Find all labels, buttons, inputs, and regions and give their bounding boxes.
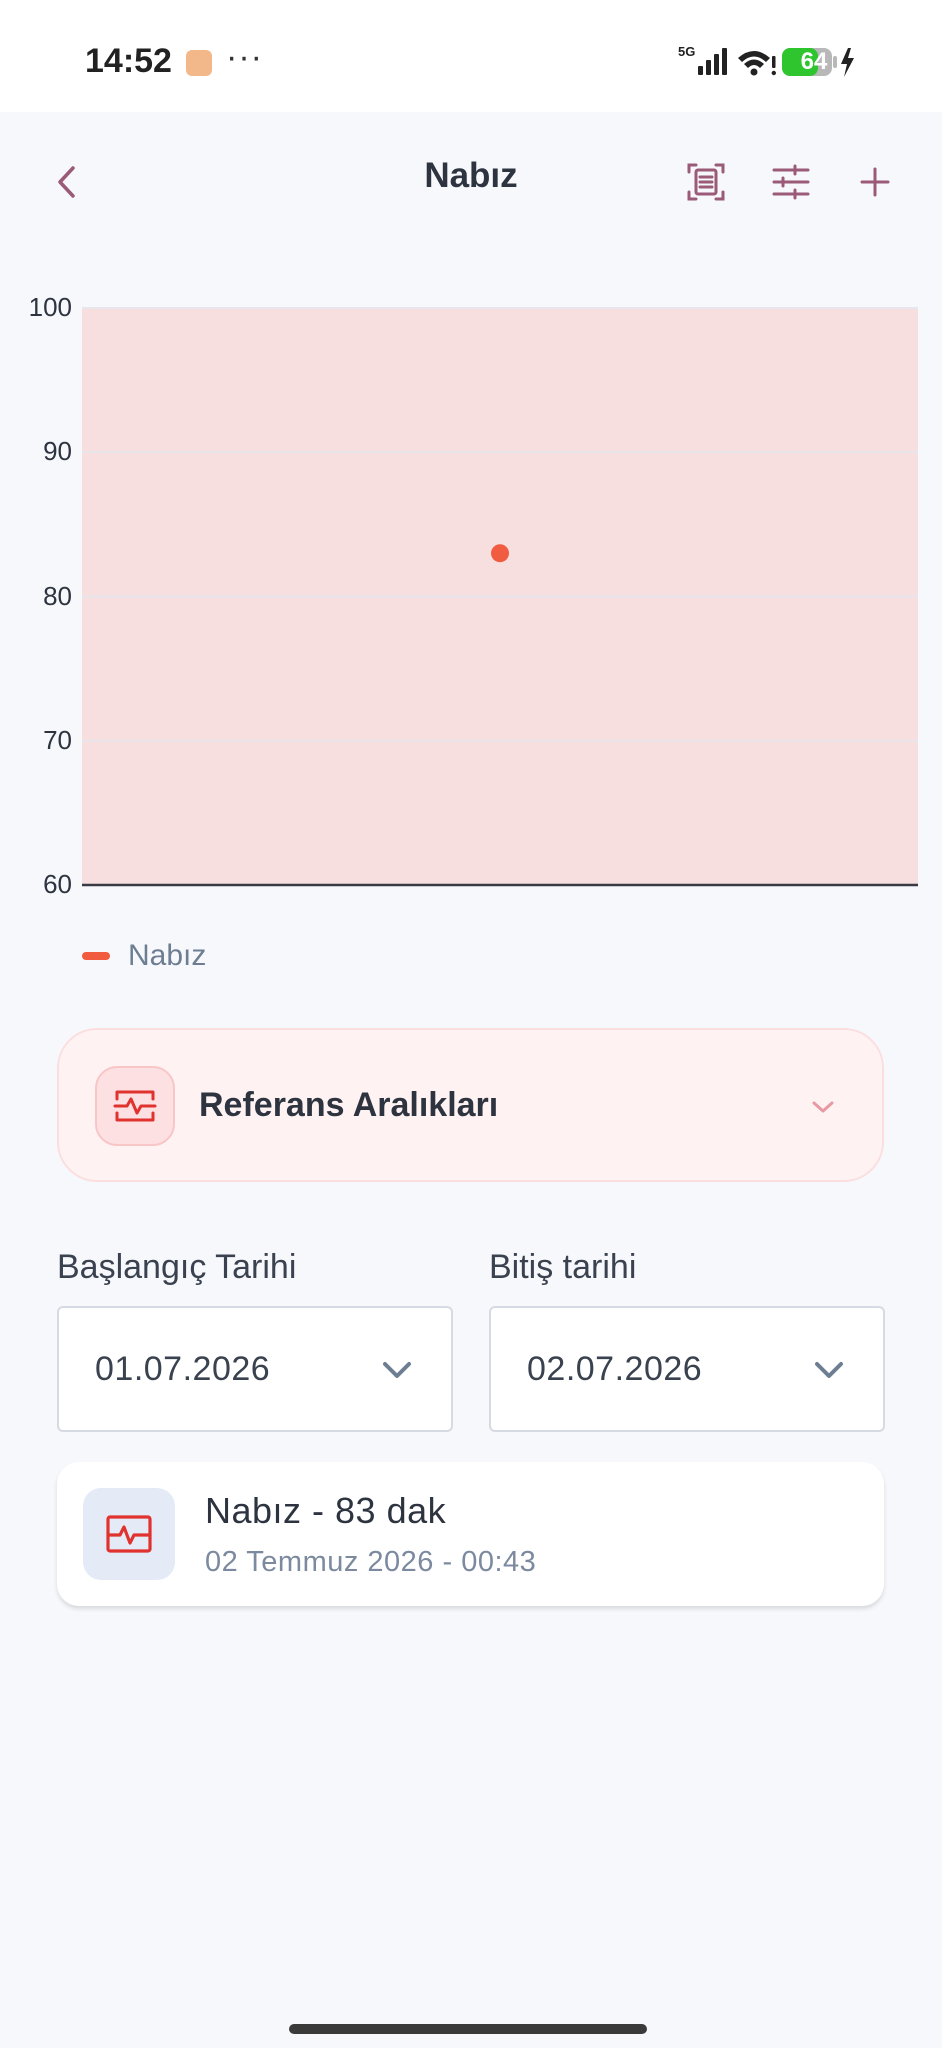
- reference-ranges-title: Referans Aralıkları: [199, 1086, 499, 1124]
- reference-ranges-card[interactable]: Referans Aralıkları: [57, 1028, 884, 1182]
- filter-button[interactable]: [767, 158, 815, 206]
- network-type-icon: 5G: [678, 44, 695, 59]
- end-date-dropdown[interactable]: [811, 1354, 847, 1386]
- top-app-bar: Nabız: [0, 112, 942, 252]
- y-tick-label: 70: [43, 724, 72, 755]
- chart-canvas: [82, 307, 918, 887]
- chart-legend[interactable]: Nabız: [82, 936, 206, 976]
- legend-label: Nabız: [128, 939, 207, 972]
- heart-pulse-icon: [106, 1515, 152, 1553]
- legend-swatch: [82, 952, 110, 960]
- start-date-value: 01.07.2026: [95, 1350, 271, 1388]
- charging-icon: [841, 48, 854, 77]
- record-icon-box: [83, 1488, 175, 1580]
- chevron-down-icon: [812, 1101, 834, 1113]
- filter-sliders-icon: [772, 164, 810, 200]
- record-timestamp: 02 Temmuz 2026 - 00:43: [205, 1546, 537, 1578]
- y-tick-label: 80: [43, 580, 72, 611]
- report-button[interactable]: [682, 158, 730, 206]
- pulse-chart: 100 90 80 70 60: [0, 280, 942, 920]
- start-date-picker[interactable]: 01.07.2026: [57, 1306, 453, 1432]
- document-scan-icon: [687, 163, 725, 201]
- chevron-down-icon: [383, 1362, 411, 1378]
- y-tick-label: 100: [28, 292, 72, 322]
- record-item[interactable]: Nabız - 83 dak 02 Temmuz 2026 - 00:43: [57, 1462, 884, 1606]
- reference-icon-box: [95, 1066, 175, 1146]
- add-button[interactable]: [851, 158, 899, 206]
- battery-level: 64: [800, 48, 828, 75]
- status-time: 14:52: [85, 42, 172, 80]
- heart-pulse-icon: [113, 1090, 157, 1122]
- record-title: Nabız - 83 dak: [205, 1490, 447, 1531]
- y-tick-label: 60: [43, 869, 72, 899]
- status-bar: 14:52 ··· 5G 64: [0, 0, 942, 112]
- data-point[interactable]: [491, 544, 509, 563]
- start-date-label: Başlangıç Tarihi: [57, 1248, 297, 1286]
- more-notifications-icon: ···: [226, 38, 263, 76]
- expand-button[interactable]: [808, 1092, 838, 1122]
- status-icons: 5G 64: [678, 44, 858, 80]
- end-date-label: Bitiş tarihi: [489, 1248, 637, 1286]
- chevron-down-icon: [815, 1362, 843, 1378]
- app-notification-icon: [186, 50, 212, 76]
- y-tick-label: 90: [43, 436, 72, 467]
- wifi-icon: [738, 51, 776, 76]
- plus-icon: [860, 167, 890, 197]
- signal-icon: [698, 48, 727, 75]
- home-indicator[interactable]: [289, 2024, 647, 2034]
- end-date-picker[interactable]: 02.07.2026: [489, 1306, 885, 1432]
- start-date-dropdown[interactable]: [379, 1354, 415, 1386]
- end-date-value: 02.07.2026: [527, 1350, 703, 1388]
